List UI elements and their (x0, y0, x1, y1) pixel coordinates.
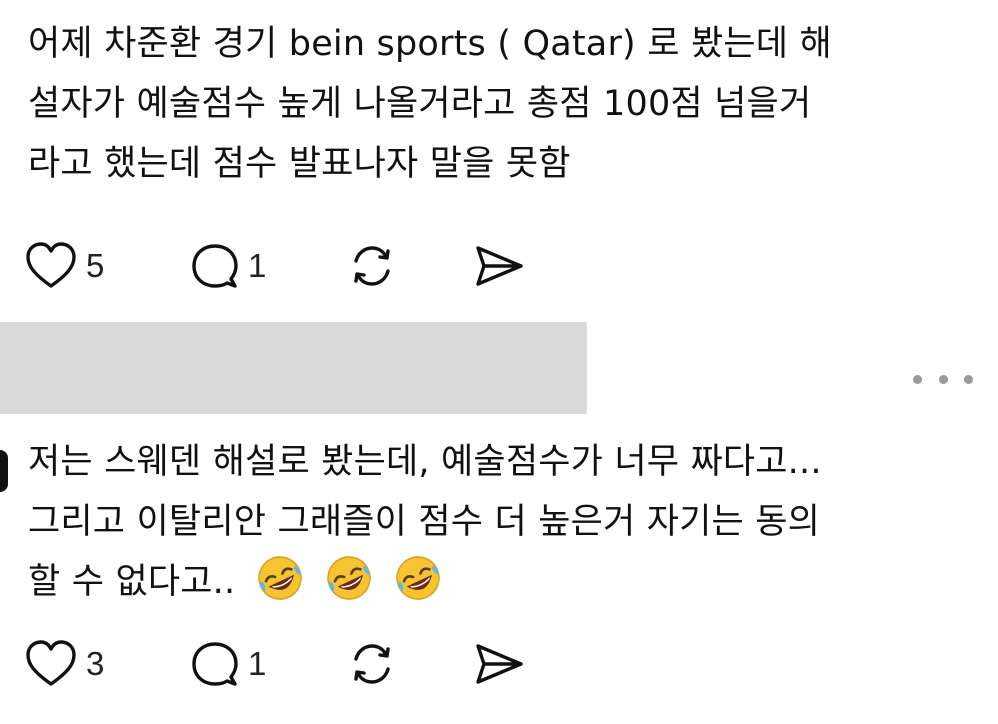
repost-icon (354, 644, 390, 684)
dot-icon (964, 374, 973, 384)
comment-line: 어제 차준환 경기 bein sports ( Qatar) 로 봤는데 해 (28, 24, 832, 64)
comment-1-actions: 5 1 (24, 238, 584, 294)
dot-icon (913, 374, 922, 384)
comment-line: 설자가 예술점수 높게 나올거라고 총점 100점 넘을거 (28, 84, 812, 124)
comment-line: 그리고 이탈리안 그래즐이 점수 더 높은거 자기는 동의 (28, 502, 821, 542)
comment-1-text: 어제 차준환 경기 bein sports ( Qatar) 로 봤는데 해 설… (28, 14, 988, 194)
reply-button[interactable]: 1 (190, 238, 266, 294)
reply-button[interactable]: 1 (190, 636, 266, 692)
comment-line: 라고 했는데 점수 발표나자 말을 못함 (28, 144, 571, 184)
reply-count: 1 (248, 247, 267, 284)
like-count: 3 (86, 645, 105, 682)
send-icon (476, 246, 523, 286)
comment-line: 저는 스웨덴 해설로 봤는데, 예술점수가 너무 짜다고... (28, 442, 822, 482)
rofl-emoji-icon (255, 553, 305, 622)
more-options-button[interactable] (913, 362, 973, 396)
speech-bubble-icon (192, 642, 238, 686)
rofl-emoji-icon (393, 553, 443, 622)
heart-icon (26, 640, 76, 686)
comment-2-text: 저는 스웨덴 해설로 봤는데, 예술점수가 너무 짜다고... 그리고 이탈리안… (28, 432, 988, 612)
repost-button[interactable] (346, 238, 398, 294)
comment-2-actions: 3 1 (24, 636, 584, 692)
share-button[interactable] (472, 636, 526, 692)
rofl-emoji-icon (324, 553, 374, 622)
heart-icon (26, 242, 76, 288)
repost-button[interactable] (346, 636, 398, 692)
like-button[interactable]: 5 (24, 238, 104, 294)
reply-count: 1 (248, 645, 267, 682)
comment-line-with-emoji: 할 수 없다고.. (28, 552, 988, 612)
repost-icon (354, 246, 390, 286)
comment-line: 할 수 없다고.. (28, 562, 236, 602)
share-button[interactable] (472, 238, 526, 294)
avatar-edge (0, 450, 8, 492)
redacted-user-header (0, 322, 587, 414)
like-button[interactable]: 3 (24, 636, 104, 692)
like-count: 5 (86, 247, 105, 284)
speech-bubble-icon (192, 244, 238, 288)
send-icon (476, 644, 523, 684)
dot-icon (938, 374, 948, 384)
